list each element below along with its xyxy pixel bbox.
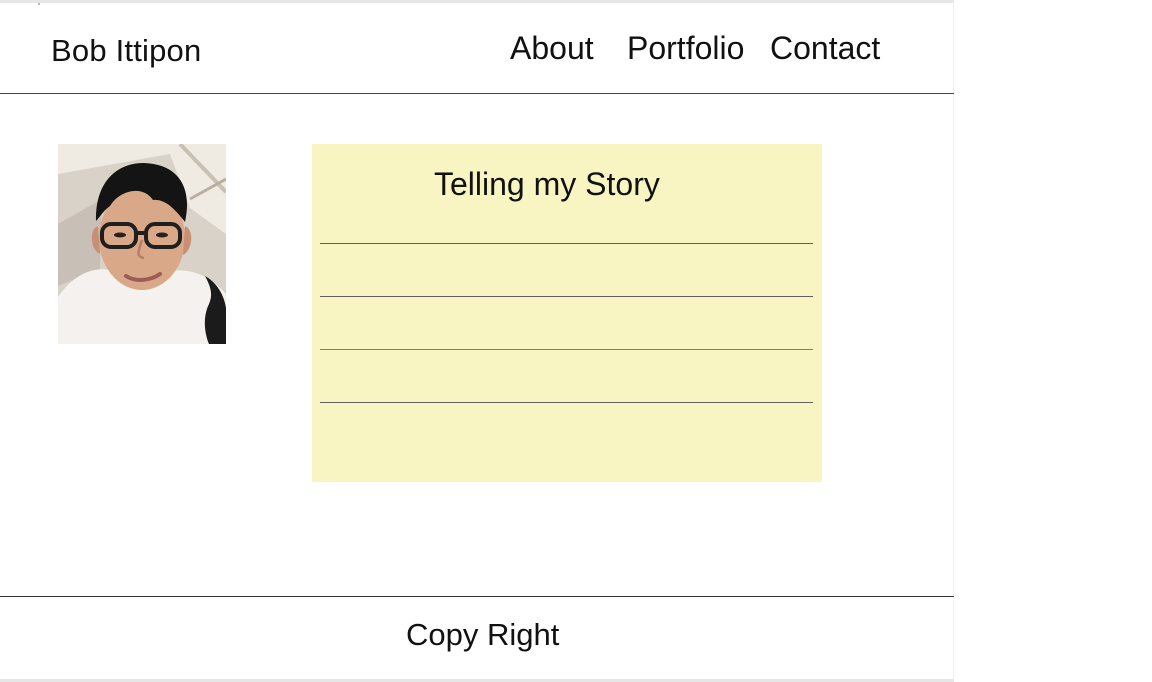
nav-link-about[interactable]: About [510,30,594,67]
story-title: Telling my Story [434,166,660,202]
story-line [320,349,813,350]
story-line [320,243,813,244]
site-header: Bob Ittipon About Portfolio Contact [0,3,954,94]
photo-left-eye [114,232,126,238]
nav-link-contact[interactable]: Contact [770,30,880,67]
story-card: Telling my Story [312,144,822,482]
site-brand: Bob Ittipon [51,33,202,68]
copyright-text: Copy Right [406,617,560,652]
story-line [320,402,813,403]
profile-photo [58,144,226,344]
story-line [320,296,813,297]
photo-right-eye [156,232,168,238]
nav-link-portfolio[interactable]: Portfolio [627,30,744,67]
site-footer: Copy Right [0,596,954,682]
page-frame: Bob Ittipon About Portfolio Contact Tell… [0,0,954,682]
profile-photo-graphic [58,144,226,344]
